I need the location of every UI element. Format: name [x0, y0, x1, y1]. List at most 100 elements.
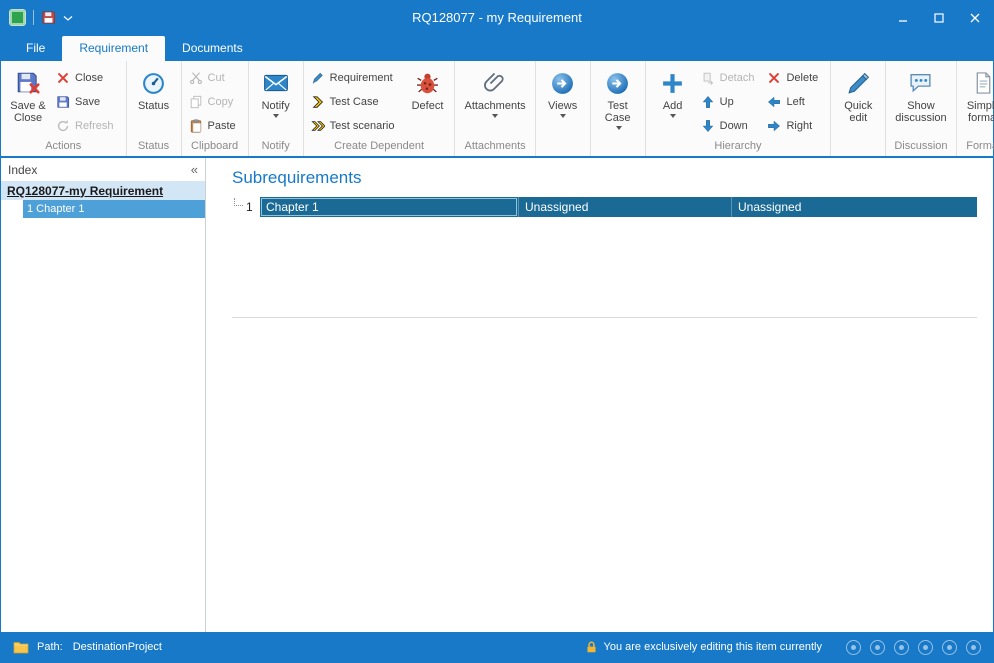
show-discussion-button[interactable]: Show discussion [890, 64, 951, 139]
section-divider [232, 317, 977, 318]
attachments-button[interactable]: Attachments [459, 64, 530, 139]
ribbon-group-hierarchy: Add Detach Up Down [646, 61, 832, 156]
test-case-button[interactable]: Test Case [595, 64, 641, 139]
status-icon [141, 68, 166, 98]
group-label-create-dependent: Create Dependent [304, 139, 455, 156]
collapse-sidebar-button[interactable]: « [191, 162, 198, 177]
move-left-button[interactable]: Left [764, 90, 826, 114]
lock-message: You are exclusively editing this item cu… [604, 641, 822, 653]
add-button[interactable]: Add [650, 64, 696, 139]
quick-access-dropdown-icon[interactable] [63, 14, 73, 22]
status-icon-2[interactable] [870, 640, 885, 655]
tree-item-root[interactable]: RQ128077-my Requirement [1, 181, 205, 200]
tab-file[interactable]: File [9, 36, 62, 61]
detach-button[interactable]: Detach [698, 66, 763, 90]
simple-format-button[interactable]: Simple format [961, 64, 994, 139]
cut-label: Cut [208, 72, 225, 84]
dropdown-arrow-icon [273, 114, 279, 118]
paste-label: Paste [208, 120, 236, 132]
save-icon [56, 95, 70, 109]
defect-button[interactable]: Defect [404, 64, 450, 139]
refresh-label: Refresh [75, 120, 114, 132]
lock-message-group: You are exclusively editing this item cu… [585, 640, 822, 654]
status-icon-4[interactable] [918, 640, 933, 655]
create-requirement-button[interactable]: Requirement [308, 66, 403, 90]
move-down-button[interactable]: Down [698, 114, 763, 138]
tab-requirement[interactable]: Requirement [62, 36, 165, 61]
table-row[interactable]: Chapter 1 Unassigned Unassigned [260, 197, 977, 217]
create-test-scenario-button[interactable]: Test scenario [308, 114, 403, 138]
close-button[interactable]: Close [53, 66, 122, 90]
sidebar-title: Index [8, 163, 37, 177]
refresh-button[interactable]: Refresh [53, 114, 122, 138]
group-label-hierarchy: Hierarchy [646, 139, 831, 156]
paste-button[interactable]: Paste [186, 114, 244, 138]
create-test-case-button[interactable]: Test Case [308, 90, 403, 114]
maximize-button[interactable] [921, 1, 957, 34]
quick-edit-button[interactable]: Quick edit [835, 64, 881, 139]
sidebar-header: Index « [1, 158, 205, 181]
tab-documents[interactable]: Documents [165, 36, 260, 61]
ribbon-group-test-case: Test Case [591, 61, 646, 156]
copy-icon [189, 95, 203, 109]
test-case-sphere-icon [605, 68, 630, 98]
create-test-scenario-label: Test scenario [330, 120, 395, 132]
ribbon: Save & Close Close Save Refresh [1, 61, 993, 158]
cell-assignee-2[interactable]: Unassigned [731, 197, 977, 217]
status-icon-1[interactable] [846, 640, 861, 655]
notify-label: Notify [262, 100, 290, 112]
ribbon-group-format: Simple format Format [957, 61, 994, 156]
detach-icon [701, 71, 715, 85]
lock-icon [585, 640, 598, 654]
ribbon-group-create-dependent: Requirement Test Case Test scenario [304, 61, 456, 156]
delete-button[interactable]: Delete [764, 66, 826, 90]
save-button[interactable]: Save [53, 90, 122, 114]
requirement-pencil-icon [311, 71, 325, 85]
quick-access-toolbar [1, 9, 73, 26]
notify-button[interactable]: Notify [253, 64, 299, 139]
bug-icon [415, 68, 440, 98]
save-and-close-button[interactable]: Save & Close [5, 64, 51, 139]
app-icon[interactable] [9, 9, 26, 26]
status-button[interactable]: Status [131, 64, 177, 139]
ribbon-group-quick-edit: Quick edit [831, 61, 886, 156]
detach-label: Detach [720, 72, 755, 84]
index-sidebar: Index « RQ128077-my Requirement 1 Chapte… [1, 158, 206, 632]
tree-elbow-icon [234, 198, 243, 206]
separator [33, 10, 34, 25]
row-number: 1 [232, 200, 260, 214]
views-button[interactable]: Views [540, 64, 586, 139]
status-icon-5[interactable] [942, 640, 957, 655]
cut-button[interactable]: Cut [186, 66, 244, 90]
tree-item-chapter[interactable]: 1 Chapter 1 [23, 200, 205, 218]
dropdown-arrow-icon [492, 114, 498, 118]
cell-name[interactable]: Chapter 1 [260, 197, 518, 217]
quick-save-icon[interactable] [41, 10, 56, 25]
status-toolbar [846, 640, 981, 655]
group-label-notify: Notify [249, 139, 303, 156]
cell-assignee-1[interactable]: Unassigned [518, 197, 731, 217]
move-up-label: Up [720, 96, 734, 108]
minimize-button[interactable] [885, 1, 921, 34]
title-bar: RQ128077 - my Requirement [1, 1, 993, 34]
status-icon-3[interactable] [894, 640, 909, 655]
save-label: Save [75, 96, 100, 108]
move-right-button[interactable]: Right [764, 114, 826, 138]
group-label-actions: Actions [1, 139, 126, 156]
close-window-button[interactable] [957, 1, 993, 34]
status-label: Status [138, 100, 169, 112]
simple-format-label: Simple format [966, 100, 994, 124]
notify-envelope-icon [263, 68, 289, 98]
quick-edit-label: Quick edit [840, 100, 876, 124]
arrow-down-icon [701, 119, 715, 133]
move-right-label: Right [786, 120, 812, 132]
dropdown-arrow-icon [616, 126, 622, 130]
move-up-button[interactable]: Up [698, 90, 763, 114]
folder-icon [13, 640, 29, 654]
add-label: Add [663, 100, 683, 112]
delete-icon [767, 71, 781, 85]
save-and-close-icon [15, 68, 41, 98]
copy-button[interactable]: Copy [186, 90, 244, 114]
status-icon-6[interactable] [966, 640, 981, 655]
main-panel: Subrequirements 1 Chapter 1 Unassigned U… [206, 158, 993, 632]
